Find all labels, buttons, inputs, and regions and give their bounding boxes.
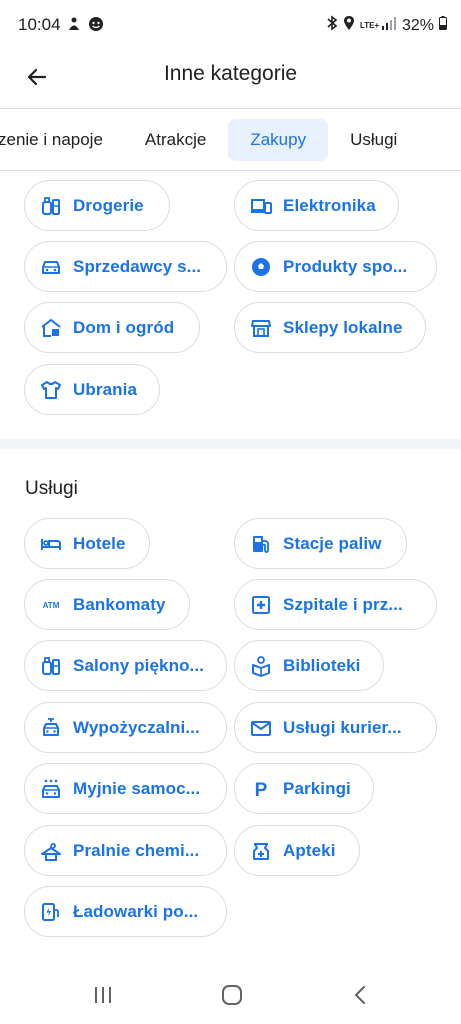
- page-title: Inne kategorie: [163, 62, 298, 85]
- divider: [0, 170, 461, 171]
- chip-clothing[interactable]: Ubrania: [24, 364, 160, 415]
- tab-services[interactable]: Usługi: [328, 119, 419, 161]
- battery-icon: [439, 16, 447, 35]
- soccer-ball-icon: [250, 256, 272, 278]
- signal-icon: [381, 16, 397, 35]
- chip-label: Parkingi: [283, 778, 351, 798]
- tab-shopping[interactable]: Zakupy: [228, 119, 329, 161]
- divider: [0, 108, 461, 109]
- bluetooth-icon: [326, 15, 338, 36]
- status-bar: 10:04 LTE+ 32%: [0, 0, 461, 50]
- chip-label: Sprzedawcy s...: [73, 256, 202, 276]
- chip-hospitals[interactable]: Szpitale i prz...: [234, 579, 437, 630]
- tab-food-drinks[interactable]: zenie i napoje: [0, 119, 123, 161]
- notification-icon: [66, 16, 82, 37]
- back-nav-button[interactable]: [346, 980, 376, 1010]
- svg-text:P: P: [255, 780, 268, 800]
- svg-text:ATM: ATM: [43, 601, 60, 610]
- chip-label: Hotele: [73, 533, 126, 553]
- drugstore-icon: [40, 195, 62, 217]
- chip-label: Salony piękno...: [73, 655, 205, 675]
- car-icon: [40, 256, 62, 278]
- battery-percent: 32%: [401, 16, 434, 34]
- chip-atms[interactable]: ATM Bankomaty: [24, 579, 190, 630]
- status-time: 10:04: [18, 15, 61, 34]
- chip-label: Myjnie samoc...: [73, 778, 201, 798]
- location-icon: [343, 15, 355, 36]
- home-button[interactable]: [217, 980, 247, 1010]
- chip-label: Drogerie: [73, 195, 144, 215]
- chip-label: Ubrania: [73, 379, 137, 399]
- chip-ev-chargers[interactable]: Ładowarki po...: [24, 886, 227, 937]
- chip-label: Bankomaty: [73, 594, 166, 614]
- chip-label: Produkty spo...: [283, 256, 408, 276]
- mail-icon: [250, 717, 272, 739]
- pharmacy-icon: [250, 840, 272, 862]
- recent-apps-icon: [95, 987, 111, 1003]
- chip-courier-services[interactable]: Usługi kurier...: [234, 702, 437, 753]
- chip-label: Elektronika: [283, 195, 376, 215]
- chip-gas-stations[interactable]: Stacje paliw: [234, 518, 407, 569]
- chevron-left-icon: [355, 986, 365, 1004]
- home-garden-icon: [40, 317, 62, 339]
- storefront-icon: [250, 317, 272, 339]
- chip-car-rentals[interactable]: Wypożyczalni...: [24, 702, 227, 753]
- chip-hotels[interactable]: Hotele: [24, 518, 150, 569]
- chip-beauty-salons[interactable]: Salony piękno...: [24, 640, 227, 691]
- tab-attractions[interactable]: Atrakcje: [123, 119, 228, 161]
- beauty-icon: [40, 655, 62, 677]
- chip-dry-cleaners[interactable]: Pralnie chemi...: [24, 825, 227, 876]
- app-notification-icon: [88, 16, 104, 37]
- chip-electronics[interactable]: Elektronika: [234, 180, 399, 231]
- system-nav-bar: [0, 964, 461, 1024]
- chip-label: Dom i ogród: [73, 317, 175, 337]
- chip-car-dealers[interactable]: Sprzedawcy s...: [24, 241, 227, 292]
- chip-libraries[interactable]: Biblioteki: [234, 640, 384, 691]
- chip-label: Ładowarki po...: [73, 901, 199, 921]
- app-bar: Inne kategorie: [0, 50, 461, 106]
- ev-charger-icon: [40, 901, 62, 923]
- chip-label: Stacje paliw: [283, 533, 382, 553]
- chip-home-garden[interactable]: Dom i ogród: [24, 302, 200, 353]
- home-icon: [222, 985, 242, 1005]
- car-wash-icon: [40, 778, 62, 800]
- chip-car-washes[interactable]: Myjnie samoc...: [24, 763, 227, 814]
- chip-label: Apteki: [283, 840, 336, 860]
- category-tabs: zenie i napoje Atrakcje Zakupy Usługi: [0, 119, 419, 161]
- chip-label: Wypożyczalni...: [73, 717, 200, 737]
- chip-local-shops[interactable]: Sklepy lokalne: [234, 302, 426, 353]
- chip-label: Szpitale i prz...: [283, 594, 403, 614]
- chip-drugstores[interactable]: Drogerie: [24, 180, 170, 231]
- chip-label: Pralnie chemi...: [73, 840, 200, 860]
- car-rental-icon: [40, 717, 62, 739]
- recent-apps-button[interactable]: [88, 980, 118, 1010]
- library-icon: [250, 655, 272, 677]
- services-section-title: Usługi: [25, 478, 78, 499]
- chip-label: Usługi kurier...: [283, 717, 402, 737]
- atm-icon: ATM: [40, 594, 62, 616]
- lte-label: LTE+: [359, 20, 380, 30]
- devices-icon: [250, 195, 272, 217]
- chip-label: Biblioteki: [283, 655, 361, 675]
- chip-pharmacies[interactable]: Apteki: [234, 825, 360, 876]
- shirt-icon: [40, 379, 62, 401]
- dry-cleaning-icon: [40, 840, 62, 862]
- chip-parking[interactable]: P Parkingi: [234, 763, 374, 814]
- gas-station-icon: [250, 533, 272, 555]
- parking-icon: P: [250, 778, 272, 800]
- chip-label: Sklepy lokalne: [283, 317, 403, 337]
- hospital-icon: [250, 594, 272, 616]
- bed-icon: [40, 533, 62, 555]
- section-separator: [0, 439, 461, 449]
- chip-sporting-goods[interactable]: Produkty spo...: [234, 241, 437, 292]
